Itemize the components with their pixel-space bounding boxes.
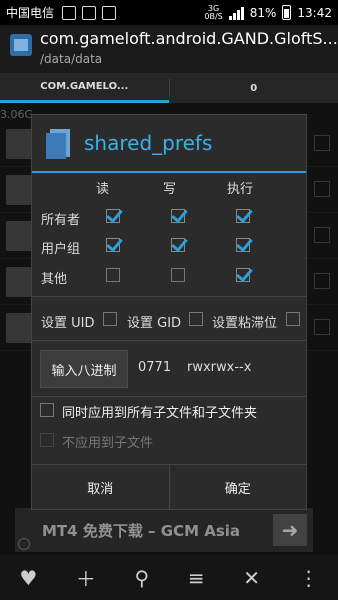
no-apply-children-checkbox bbox=[40, 433, 54, 447]
sticky-bit-checkbox[interactable] bbox=[286, 312, 300, 326]
row-other-label: 其他 bbox=[41, 272, 68, 287]
bottom-toolbar: ♥ ＋ ⚲ ≡ ✕ ⋮ bbox=[0, 555, 338, 600]
owner-write-checkbox[interactable] bbox=[171, 209, 185, 223]
dialog-header: shared_prefs bbox=[32, 115, 306, 173]
shield-icon bbox=[102, 5, 117, 20]
sticky-bit-label: 设置粘滞位 bbox=[212, 316, 278, 331]
octal-value: 0771 bbox=[138, 360, 172, 375]
permissions-dialog: shared_prefs 读 写 执行 所有者 用户组 其他 设置 UID 设置… bbox=[31, 114, 307, 510]
octal-input-button[interactable]: 输入八进制 bbox=[40, 350, 128, 388]
favorite-icon[interactable]: ♥ bbox=[19, 566, 37, 590]
tab-bar: COM.GAMELO... 0 bbox=[0, 73, 338, 103]
network-indicator: 3G 0B/S bbox=[204, 3, 223, 21]
status-bar: 中国电信 3G 0B/S 81% 13:42 bbox=[0, 0, 338, 25]
other-execute-checkbox[interactable] bbox=[236, 268, 250, 282]
gallery-icon bbox=[82, 5, 97, 20]
app-path: /data/data bbox=[40, 52, 103, 66]
notification-icons bbox=[62, 5, 117, 20]
app-icon[interactable] bbox=[10, 34, 32, 56]
divider bbox=[32, 340, 306, 341]
signal-icon bbox=[228, 6, 244, 20]
app-header: com.gameloft.android.GAND.GloftS... /dat… bbox=[0, 25, 338, 73]
search-icon[interactable]: ⚲ bbox=[135, 566, 150, 590]
other-write-checkbox[interactable] bbox=[171, 268, 185, 282]
set-gid-label: 设置 GID bbox=[127, 316, 182, 331]
dialog-title: shared_prefs bbox=[84, 131, 213, 155]
close-icon[interactable]: ✕ bbox=[243, 566, 260, 590]
row-owner-label: 所有者 bbox=[41, 213, 81, 228]
group-execute-checkbox[interactable] bbox=[236, 238, 250, 252]
set-uid-label: 设置 UID bbox=[41, 316, 95, 331]
no-apply-children-label: 不应用到子文件 bbox=[62, 436, 154, 451]
set-uid-checkbox[interactable] bbox=[103, 312, 117, 326]
more-icon[interactable]: ⋮ bbox=[299, 566, 319, 590]
dialog-buttons: 取消 确定 bbox=[32, 464, 306, 510]
permission-string: rwxrwx--x bbox=[187, 360, 252, 375]
tab-count[interactable]: 0 bbox=[170, 73, 338, 103]
other-read-checkbox[interactable] bbox=[106, 268, 120, 282]
sort-icon[interactable]: ≡ bbox=[188, 566, 205, 590]
status-right: 3G 0B/S 81% 13:42 bbox=[204, 3, 332, 21]
group-read-checkbox[interactable] bbox=[106, 238, 120, 252]
owner-execute-checkbox[interactable] bbox=[236, 209, 250, 223]
divider bbox=[32, 296, 306, 297]
apply-all-checkbox[interactable] bbox=[40, 403, 54, 417]
column-read: 读 bbox=[96, 182, 110, 197]
battery-level: 81% bbox=[249, 5, 277, 20]
cancel-button[interactable]: 取消 bbox=[32, 465, 169, 510]
tab-package[interactable]: COM.GAMELO... bbox=[0, 73, 169, 103]
apply-all-label: 同时应用到所有子文件和子文件夹 bbox=[62, 406, 258, 421]
add-icon[interactable]: ＋ bbox=[76, 563, 96, 592]
set-gid-checkbox[interactable] bbox=[189, 312, 203, 326]
row-group-label: 用户组 bbox=[41, 242, 81, 257]
column-write: 写 bbox=[163, 182, 177, 197]
owner-read-checkbox[interactable] bbox=[106, 209, 120, 223]
group-write-checkbox[interactable] bbox=[171, 238, 185, 252]
clock: 13:42 bbox=[297, 5, 332, 20]
confirm-button[interactable]: 确定 bbox=[170, 465, 307, 510]
column-execute: 执行 bbox=[227, 182, 254, 197]
carrier-label: 中国电信 bbox=[6, 6, 55, 20]
battery-icon bbox=[282, 5, 292, 20]
notification-icon bbox=[62, 5, 77, 20]
app-title: com.gameloft.android.GAND.GloftS... bbox=[40, 29, 338, 48]
divider bbox=[32, 396, 306, 397]
folder-icon bbox=[46, 129, 72, 159]
